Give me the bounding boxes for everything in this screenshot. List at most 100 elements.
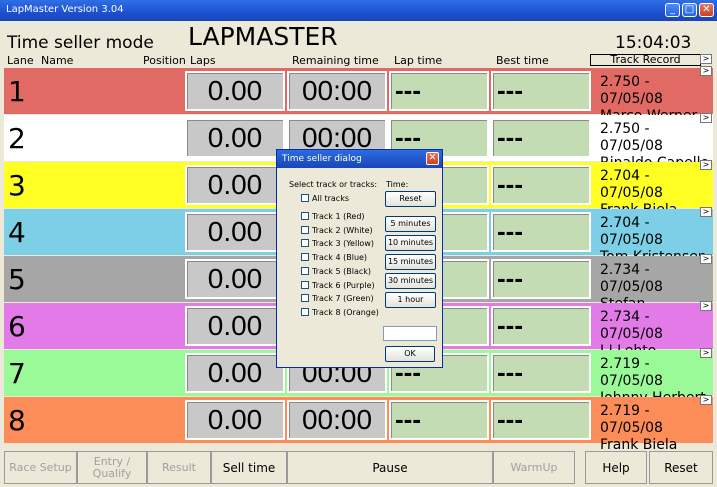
track-label: Track 1 (Red) <box>312 212 365 221</box>
race-setup-button[interactable]: Race Setup <box>4 451 77 484</box>
window-title: LapMaster Version 3.04 <box>6 4 124 15</box>
expand-arrow-icon[interactable]: > <box>700 160 712 170</box>
lap-time-cell: --- <box>389 400 489 440</box>
expand-arrow-icon[interactable]: > <box>700 207 712 217</box>
best-time-cell: --- <box>491 306 591 346</box>
time-input[interactable] <box>383 326 437 341</box>
col-lap-time: Lap time <box>394 54 443 67</box>
col-laps: Laps <box>190 54 216 67</box>
lane-number: 6 <box>8 310 26 343</box>
record-time: 2.719 - 07/05/08 <box>600 403 663 436</box>
track-checkbox[interactable] <box>301 212 309 220</box>
select-tracks-label: Select track or tracks: <box>289 180 378 189</box>
laps-cell: 0.00 <box>185 118 285 158</box>
track-label: Track 2 (White) <box>312 225 373 235</box>
best-time-cell: --- <box>491 259 591 299</box>
record-time: 2.704 - 07/05/08 <box>600 215 663 248</box>
expand-arrow-icon[interactable]: > <box>700 395 712 405</box>
all-tracks-label: All tracks <box>312 194 349 203</box>
track-checkbox[interactable] <box>301 307 309 316</box>
lane-number: 7 <box>8 357 26 390</box>
lane-row: 8 0.00 00:00 --- --- 2.719 - 07/05/08 Frank Bi… <box>4 395 713 453</box>
dialog-close-icon[interactable]: ✕ <box>426 152 439 165</box>
lane-number: 1 <box>8 75 26 108</box>
expand-arrow-icon[interactable]: > <box>700 254 712 264</box>
remaining-time-cell: 00:00 <box>287 400 387 440</box>
best-time-cell: --- <box>491 212 591 252</box>
lane-row: 10.0000:00------2.750 - 07/05/08Marco We… <box>4 66 713 124</box>
lane-number: 3 <box>8 169 26 202</box>
reset-button[interactable]: Reset <box>649 451 713 484</box>
laps-cell: 0.00 <box>185 259 285 299</box>
best-time-cell: --- <box>491 353 591 393</box>
pause-button[interactable]: Pause <box>287 451 493 484</box>
time-button[interactable]: 10 minutes <box>385 235 436 251</box>
minimize-icon[interactable]: _ <box>665 3 680 17</box>
time-button[interactable]: Reset <box>385 191 436 207</box>
best-time-cell: --- <box>491 71 591 111</box>
best-time-cell: --- <box>491 400 591 440</box>
expand-arrow-icon[interactable]: > <box>700 113 712 123</box>
record-time: 2.734 - 07/05/08 <box>600 309 663 342</box>
lane-number: 4 <box>8 216 26 249</box>
track-label: Track 3 (Yellow) <box>312 239 374 249</box>
remaining-time-cell: 00:00 <box>287 71 387 111</box>
time-button[interactable]: 15 minutes <box>385 254 436 270</box>
track-record: 2.719 - 07/05/08 Frank Biela <box>600 403 713 454</box>
title-bar[interactable]: LapMaster Version 3.04 _ □ ✕ <box>0 0 717 21</box>
close-icon[interactable]: ✕ <box>699 3 714 17</box>
track-label: Track 7 (Green) <box>312 294 374 304</box>
help-button[interactable]: Help <box>585 451 647 484</box>
all-tracks-checkbox[interactable] <box>301 194 309 202</box>
track-checkbox[interactable] <box>301 280 309 289</box>
lane-number: 8 <box>8 404 26 437</box>
track-checkbox[interactable] <box>301 239 309 248</box>
mode-label: Time seller mode <box>7 33 154 53</box>
expand-arrow-icon[interactable]: > <box>700 348 712 358</box>
sell-time-button[interactable]: Sell time <box>211 451 287 484</box>
col-name: Name <box>41 54 74 67</box>
track-label: Track 6 (Purple) <box>312 280 375 290</box>
expand-arrow-icon[interactable]: > <box>700 54 712 64</box>
track-checkbox[interactable] <box>301 225 309 234</box>
col-lane: Lane <box>7 54 34 67</box>
track-label: Track 5 (Black) <box>312 266 371 276</box>
laps-cell: 0.00 <box>185 400 285 440</box>
col-position: Position <box>143 54 186 67</box>
time-button[interactable]: 1 hour <box>385 292 436 308</box>
expand-arrow-icon[interactable]: > <box>700 301 712 311</box>
lane-number: 2 <box>8 122 26 155</box>
best-time-cell: --- <box>491 118 591 158</box>
entry-qualify-button[interactable]: Entry / Qualify <box>77 451 147 484</box>
clock: 15:04:03 <box>615 33 692 53</box>
time-button[interactable]: 5 minutes <box>385 216 436 232</box>
laps-cell: 0.00 <box>185 71 285 111</box>
record-time: 2.704 - 07/05/08 <box>600 168 663 201</box>
laps-cell: 0.00 <box>185 212 285 252</box>
lap-time-cell: --- <box>389 71 489 111</box>
time-button[interactable]: 30 minutes <box>385 273 436 289</box>
laps-cell: 0.00 <box>185 306 285 346</box>
result-button[interactable]: Result <box>147 451 211 484</box>
time-seller-dialog: Time seller dialog ✕ Select track or tra… <box>276 149 443 368</box>
track-checkbox[interactable] <box>301 266 309 275</box>
warmup-button[interactable]: WarmUp <box>493 451 575 484</box>
laps-cell: 0.00 <box>185 353 285 393</box>
col-remaining: Remaining time <box>292 54 379 67</box>
lane-number: 5 <box>8 263 26 296</box>
ok-button[interactable]: OK <box>385 346 435 362</box>
record-time: 2.719 - 07/05/08 <box>600 356 663 389</box>
maximize-icon[interactable]: □ <box>682 3 697 17</box>
track-checkbox[interactable] <box>301 253 309 262</box>
dialog-title: Time seller dialog <box>277 150 442 168</box>
track-label: Track 8 (Orange) <box>312 307 379 317</box>
laps-cell: 0.00 <box>185 165 285 205</box>
time-label: Time: <box>386 180 409 189</box>
track-record-button[interactable]: Track Record <box>590 54 701 66</box>
track-label: Track 4 (Blue) <box>312 253 368 263</box>
expand-arrow-icon[interactable]: > <box>700 66 712 76</box>
app-name: LAPMASTER <box>188 22 338 51</box>
record-time: 2.734 - 07/05/08 <box>600 262 663 295</box>
track-checkbox[interactable] <box>301 294 309 303</box>
record-time: 2.750 - 07/05/08 <box>600 121 663 154</box>
